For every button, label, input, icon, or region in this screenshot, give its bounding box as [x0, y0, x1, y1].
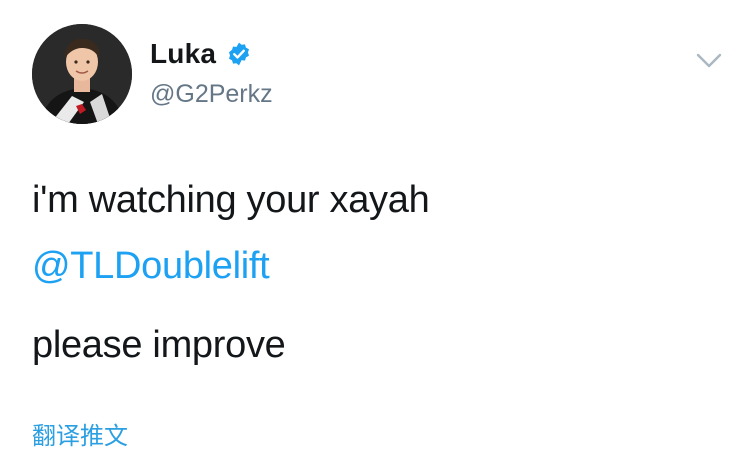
tweet-text-line: i'm watching your xayah — [32, 179, 430, 221]
author-display-name[interactable]: Luka — [150, 38, 216, 70]
tweet-card: Luka @G2Perkz i'm watching your xayah @T… — [0, 0, 750, 465]
avatar-image — [32, 24, 132, 124]
mention-link[interactable]: @TLDoublelift — [32, 244, 270, 288]
verified-badge-icon — [226, 41, 252, 67]
translate-tweet-link[interactable]: 翻译推文 — [32, 416, 128, 451]
tweet-text-line: please improve — [32, 324, 286, 366]
author-name-row: Luka — [150, 38, 252, 70]
chevron-down-icon[interactable] — [694, 50, 724, 72]
author-handle[interactable]: @G2Perkz — [150, 80, 273, 109]
avatar[interactable] — [32, 24, 132, 124]
